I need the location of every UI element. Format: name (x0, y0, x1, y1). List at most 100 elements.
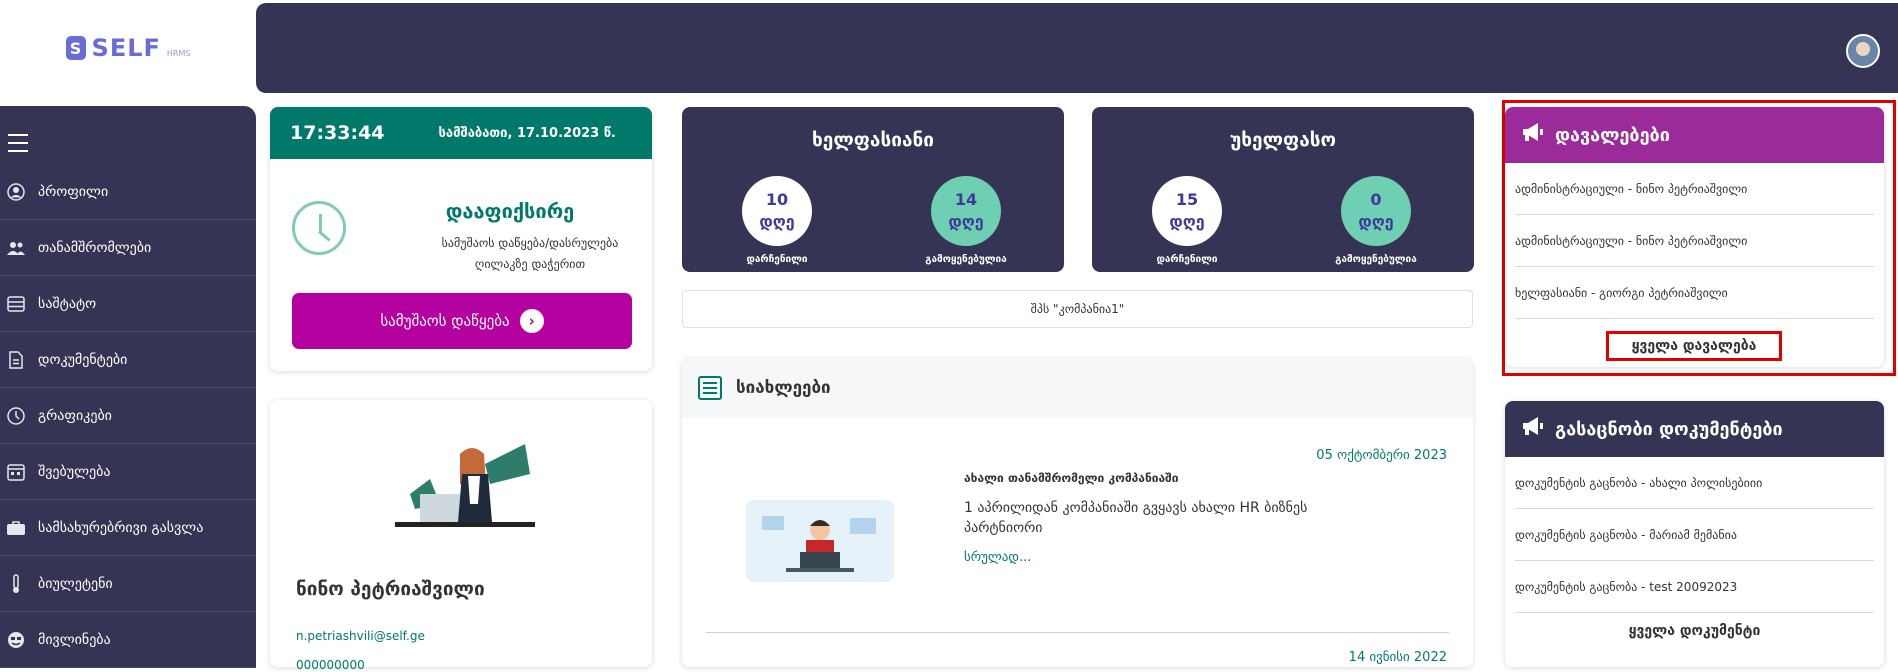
sidebar-item-label: გრაფიკები (38, 407, 112, 424)
start-work-label: სამუშაოს დაწყება (380, 312, 510, 330)
company-name-bar: შპს "კომპანია1" (682, 290, 1473, 328)
task-item[interactable]: ადმინისტრაციული - ნინო პეტრიაშვილი (1515, 215, 1874, 267)
profile-icon (6, 182, 26, 202)
used-value: 0 (1370, 190, 1382, 209)
sidebar: პროფილი თანამშრომლები საშტატო დოკუმენტებ… (0, 106, 256, 668)
remaining-label: დარჩენილი (746, 254, 808, 265)
profile-name: ნინო პეტრიაშვილი (296, 578, 485, 600)
current-date: სამშაბათი, 17.10.2023 წ. (438, 125, 616, 141)
remaining-circle: 10 დღე (742, 176, 812, 246)
news-date: 05 ოქტომბერი 2023 (1316, 448, 1447, 463)
logo[interactable]: S SELF HRMS (65, 34, 191, 62)
news-header: სიახლეები (682, 358, 1473, 418)
read-more-link[interactable]: სრულად... (964, 550, 1031, 565)
sidebar-item-employees[interactable]: თანამშრომლები (0, 220, 256, 276)
documents-title: გასაცნობი დოკუმენტები (1555, 418, 1783, 440)
users-icon (6, 238, 26, 258)
sidebar-item-label: ბიულეტენი (38, 575, 113, 592)
start-work-button[interactable]: სამუშაოს დაწყება › (292, 293, 632, 349)
leave-remaining: 15 დღე დარჩენილი (1132, 176, 1242, 265)
user-avatar[interactable] (1846, 34, 1880, 68)
company-name: შპს "კომპანია1" (1030, 302, 1125, 316)
document-item[interactable]: დოკუმენტის გაცნობა - test 20092023 (1515, 561, 1874, 613)
all-tasks-button[interactable]: ყველა დავალება (1606, 331, 1782, 361)
tasks-header: დავალებები (1505, 107, 1884, 163)
sidebar-menu: პროფილი თანამშრომლები საშტატო დოკუმენტებ… (0, 164, 256, 668)
all-documents-button[interactable]: ყველა დოკუმენტი (1505, 623, 1884, 639)
remaining-label: დარჩენილი (1156, 254, 1218, 265)
sidebar-item-label: პროფილი (38, 183, 109, 200)
calendar-icon (6, 462, 26, 482)
fix-title: დააფიქსირე (445, 199, 575, 223)
unpaid-leave-card: უხელფასო 15 დღე დარჩენილი 0 დღე გამოყენე… (1092, 107, 1474, 272)
hamburger-menu-icon[interactable] (8, 134, 28, 158)
sidebar-item-sick-leave[interactable]: ბიულეტენი (0, 556, 256, 612)
news-image (746, 500, 894, 582)
remaining-value: 15 (1175, 190, 1199, 209)
sidebar-item-documents[interactable]: დოკუმენტები (0, 332, 256, 388)
document-item[interactable]: დოკუმენტის გაცნობა - ახალი პოლისებიიი (1515, 457, 1874, 509)
used-unit: დღე (948, 212, 984, 231)
document-item[interactable]: დოკუმენტის გაცნობა - მარიამ მემანია (1515, 509, 1874, 561)
profile-phone: 000000000 (296, 658, 365, 672)
arrow-right-icon: › (519, 309, 544, 333)
logo-mark: S (65, 36, 86, 60)
fix-instructions: სამუშაოს დაწყება/დასრულება ღილაკზე დაჭერ… (441, 236, 619, 271)
top-bar (256, 3, 1898, 93)
schedule-table-icon (6, 294, 26, 314)
used-value: 14 (954, 190, 978, 209)
leave-remaining: 10 დღე დარჩენილი (722, 176, 832, 265)
sidebar-item-vacation[interactable]: შვებულება (0, 444, 256, 500)
news-divider (706, 632, 1449, 633)
sidebar-item-label: დოკუმენტები (38, 351, 128, 368)
logo-text: SELF (91, 34, 161, 62)
documents-header: გასაცნობი დოკუმენტები (1505, 401, 1884, 457)
sidebar-item-label: საშტატო (38, 295, 97, 312)
thermometer-icon (6, 573, 26, 594)
paid-leave-card: ხელფასიანი 10 დღე დარჩენილი 14 დღე გამოყ… (682, 107, 1064, 272)
task-item[interactable]: ხელფასიანი - გიორგი პეტრიაშვილი (1515, 267, 1874, 319)
used-label: გამოყენებულია (1335, 254, 1417, 265)
leave-title: უხელფასო (1230, 129, 1336, 151)
sidebar-item-schedules[interactable]: გრაფიკები (0, 388, 256, 444)
profile-card: ნინო პეტრიაშვილი n.petriashvili@self.ge … (270, 400, 652, 672)
leave-used: 0 დღე გამოყენებულია (1321, 176, 1431, 265)
logo-subtext: HRMS (166, 48, 191, 58)
sidebar-item-profile[interactable]: პროფილი (0, 164, 256, 220)
news-date: 14 ივნისი 2022 (1348, 650, 1447, 665)
leave-used: 14 დღე გამოყენებულია (911, 176, 1021, 265)
sidebar-item-label: თანამშრომლები (38, 239, 152, 256)
news-card: სიახლეები 05 ოქტომბერი 2023 ახალი თანამშ… (682, 358, 1473, 667)
news-subtitle: ახალი თანამშრომელი კომპანიაში (964, 471, 1179, 485)
remaining-circle: 15 დღე (1152, 176, 1222, 246)
sidebar-item-label: სამსახურებრივი გასვლა (38, 519, 204, 536)
news-title: სიახლეები (736, 378, 831, 398)
documents-card: გასაცნობი დოკუმენტები დოკუმენტის გაცნობა… (1505, 401, 1884, 667)
used-unit: დღე (1358, 212, 1394, 231)
newspaper-icon (698, 376, 722, 400)
task-item[interactable]: ადმინისტრაციული - ნინო პეტრიაშვილი (1515, 163, 1874, 215)
megaphone-icon (1521, 122, 1545, 148)
clock-icon (292, 201, 346, 255)
sidebar-item-staffing[interactable]: საშტატო (0, 276, 256, 332)
tasks-title: დავალებები (1555, 124, 1670, 146)
current-time: 17:33:44 (290, 122, 385, 144)
sidebar-item-business-trip[interactable]: მივლინება (0, 612, 256, 668)
used-circle: 14 დღე (931, 176, 1001, 246)
clock-header: 17:33:44 სამშაბათი, 17.10.2023 წ. (270, 107, 652, 159)
sidebar-item-label: შვებულება (38, 463, 111, 480)
clock-icon (6, 406, 26, 426)
megaphone-icon (1521, 416, 1545, 442)
remaining-unit: დღე (1169, 212, 1205, 231)
remaining-value: 10 (765, 190, 789, 209)
tasks-card: დავალებები ადმინისტრაციული - ნინო პეტრია… (1505, 107, 1884, 367)
leave-title: ხელფასიანი (812, 129, 934, 151)
attendance-card: 17:33:44 სამშაბათი, 17.10.2023 წ. დააფიქ… (270, 107, 652, 371)
profile-email[interactable]: n.petriashvili@self.ge (296, 629, 425, 643)
sidebar-item-business-trip-local[interactable]: სამსახურებრივი გასვლა (0, 500, 256, 556)
remaining-unit: დღე (759, 212, 795, 231)
used-circle: 0 დღე (1341, 176, 1411, 246)
smiley-icon (6, 630, 26, 650)
sidebar-item-label: მივლინება (38, 631, 111, 648)
briefcase-icon (6, 518, 26, 538)
